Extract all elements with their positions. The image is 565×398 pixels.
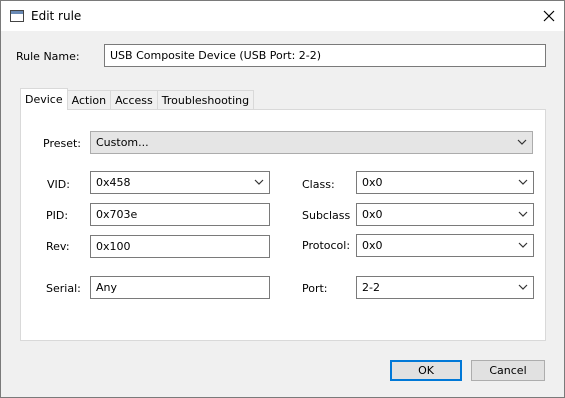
class-select[interactable]: 0x0 [356,171,534,194]
rule-name-input[interactable]: USB Composite Device (USB Port: 2-2) [104,44,546,67]
pid-input[interactable]: 0x703e [90,203,270,226]
serial-label: Serial: [46,282,81,295]
rev-input[interactable]: 0x100 [90,235,270,258]
rule-name-label: Rule Name: [16,50,80,63]
preset-label: Preset: [43,137,82,150]
tab-action[interactable]: Action [66,90,112,110]
subclass-select[interactable]: 0x0 [356,203,534,226]
chevron-down-icon [518,239,528,251]
tab-device[interactable]: Device [20,88,68,110]
edit-rule-dialog: Edit rule Rule Name: USB Composite Devic… [0,0,565,398]
vid-label: VID: [47,178,70,191]
serial-input[interactable]: Any [90,276,270,299]
chevron-down-icon [518,281,528,293]
pid-label: PID: [46,209,69,222]
protocol-label: Protocol: [302,239,351,252]
preset-value: Custom... [96,136,149,149]
tab-bar: Device Action Access Troubleshooting [20,88,255,110]
subclass-label: Subclass [302,209,351,222]
close-icon[interactable] [534,1,564,31]
window-title: Edit rule [31,9,82,23]
protocol-value: 0x0 [362,239,383,252]
tab-troubleshooting[interactable]: Troubleshooting [156,90,255,110]
vid-select[interactable]: 0x458 [90,171,270,194]
class-value: 0x0 [362,176,383,189]
class-label: Class: [302,178,335,191]
window-icon [10,10,24,22]
chevron-down-icon [254,176,264,188]
chevron-down-icon [518,208,528,220]
port-select[interactable]: 2-2 [356,276,534,299]
protocol-select[interactable]: 0x0 [356,234,534,257]
title-bar: Edit rule [1,1,564,31]
preset-select[interactable]: Custom... [90,131,533,154]
port-label: Port: [302,282,328,295]
vid-value: 0x458 [96,176,131,189]
cancel-button[interactable]: Cancel [471,360,545,381]
subclass-value: 0x0 [362,208,383,221]
chevron-down-icon [518,176,528,188]
device-tab-panel: Preset: Custom... VID: 0x458 PID: 0x703e… [20,109,546,341]
ok-button[interactable]: OK [390,360,462,381]
tab-access[interactable]: Access [110,90,158,110]
chevron-down-icon [517,136,527,148]
rev-label: Rev: [46,240,70,253]
port-value: 2-2 [362,281,380,294]
